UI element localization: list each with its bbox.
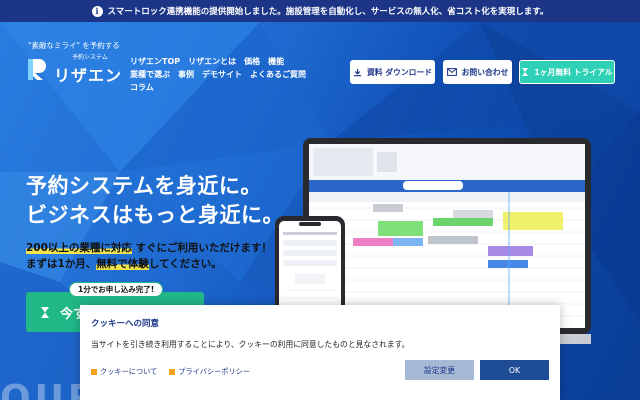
logo-name: リザエン xyxy=(54,66,123,85)
cookie-links: クッキーについて プライバシーポリシー xyxy=(91,367,250,377)
nav-item-price[interactable]: 価格 xyxy=(244,57,260,66)
cta-badge: 1分でお申し込み完了! xyxy=(69,282,164,297)
logo-mark-icon xyxy=(28,59,46,80)
logo[interactable]: 予約システム リザエン xyxy=(26,52,122,86)
cookie-consent-dialog: クッキーへの同意 当サイトを引き続き利用することにより、クッキーの利用に同意した… xyxy=(80,305,560,400)
privacy-policy-link[interactable]: プライバシーポリシー xyxy=(169,367,250,377)
nav-item-industry[interactable]: 業種で選ぶ xyxy=(130,70,170,79)
hero-subtext: 200以上の業種に対応 すぐにご利用いただけます！ まずは1か月、無料で体験して… xyxy=(26,240,272,272)
site-header: "素敵なミライ" を予約する 予約システム リザエン リザエンTOP リザエンとは… xyxy=(0,22,640,102)
contact-label: お問い合わせ xyxy=(461,67,509,77)
sub-highlight-2: 無料で体験 xyxy=(96,258,149,270)
sub-text-2a: まずは1か月、 xyxy=(26,258,97,270)
bullet-icon xyxy=(91,369,97,375)
headline-line-2: ビジネスはもっと身近に。 xyxy=(26,203,284,227)
nav-item-cases[interactable]: 事例 xyxy=(178,70,194,79)
logo-subtitle: 予約システム xyxy=(72,54,108,61)
free-trial-label: 1ヶ月無料 トライアル xyxy=(534,67,613,77)
cookie-title: クッキーへの同意 xyxy=(91,319,160,329)
hourglass-icon xyxy=(41,306,49,318)
cookie-about-link[interactable]: クッキーについて xyxy=(91,367,157,377)
sub-text-2b: してください。 xyxy=(148,258,222,270)
announcement-text: スマートロック連携機能の提供開始しました。施設管理を自動化し、サービスの無人化、… xyxy=(107,7,549,17)
hero-headline: 予約システムを身近に。 ビジネスはもっと身近に。 xyxy=(26,172,284,230)
cookie-text: 当サイトを引き続き利用することにより、クッキーの利用に同意したものと見なされます… xyxy=(91,340,410,349)
announcement-bar[interactable]: i スマートロック連携機能の提供開始しました。施設管理を自動化し、サービスの無人… xyxy=(0,0,640,22)
free-trial-button[interactable]: 1ヶ月無料 トライアル xyxy=(519,60,615,84)
nav-item-top[interactable]: リザエンTOP xyxy=(130,57,180,66)
cookie-settings-button[interactable]: 設定変更 xyxy=(405,360,474,380)
privacy-policy-label: プライバシーポリシー xyxy=(178,367,251,376)
hourglass-icon xyxy=(522,68,529,76)
bullet-icon xyxy=(169,369,176,375)
contact-button[interactable]: お問い合わせ xyxy=(443,60,512,84)
nav-item-about[interactable]: リザエンとは xyxy=(188,57,236,66)
cookie-about-label: クッキーについて xyxy=(100,367,158,376)
nav-item-demo[interactable]: デモサイト xyxy=(202,70,242,79)
mail-icon xyxy=(446,68,457,76)
cookie-ok-button[interactable]: OK xyxy=(480,360,549,380)
sub-highlight-1: 200以上の業種に対応 xyxy=(26,242,132,254)
tagline: "素敵なミライ" を予約する xyxy=(28,41,120,50)
document-download-button[interactable]: 資料 ダウンロード xyxy=(350,60,435,84)
nav-item-features[interactable]: 機能 xyxy=(268,57,284,66)
download-icon xyxy=(353,68,362,76)
main-nav: リザエンTOP リザエンとは 価格 機能 業種で選ぶ 事例 デモサイト よくあるご質問 コラ… xyxy=(130,55,330,94)
headline-line-1: 予約システムを身近に。 xyxy=(26,174,262,198)
info-icon: i xyxy=(91,5,103,17)
document-download-label: 資料 ダウンロード xyxy=(366,67,433,77)
nav-item-faq[interactable]: よくあるご質問 xyxy=(250,70,306,79)
sub-text-1: すぐにご利用いただけます！ xyxy=(131,242,272,254)
nav-item-column[interactable]: コラム xyxy=(130,83,154,92)
